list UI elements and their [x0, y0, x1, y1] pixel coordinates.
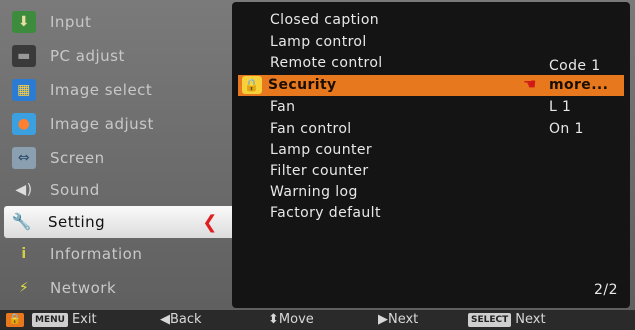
option-value: L 1	[549, 99, 572, 115]
menu-item-image-select[interactable]: ▦ Image select	[6, 76, 228, 104]
next-hint: ▶Next	[378, 312, 418, 327]
input-icon: ⬇	[12, 11, 36, 33]
menu-item-sound[interactable]: ◀) Sound	[6, 176, 228, 204]
option-label: Factory default	[270, 205, 381, 221]
pointer-hand-icon: ☚	[523, 75, 537, 93]
option-remote-control[interactable]: Remote control Code 1	[232, 53, 630, 74]
screen-icon: ⇔	[12, 147, 36, 169]
select-key-icon: SELECT	[468, 312, 512, 327]
option-lamp-control[interactable]: Lamp control	[232, 32, 630, 53]
key-guide-bar: 🔒 MENU Exit ◀Back ⬍Move ▶Next SELECT Nex…	[0, 310, 635, 330]
projector-osd: ⬇ Input ▬ PC adjust ▦ Image select ● Ima…	[0, 0, 635, 330]
menu-item-screen[interactable]: ⇔ Screen	[6, 144, 228, 172]
menu-item-input[interactable]: ⬇ Input	[6, 8, 228, 36]
menu-item-pc-adjust[interactable]: ▬ PC adjust	[6, 42, 228, 70]
monitor-icon: ▬	[12, 45, 36, 67]
option-label: Fan	[270, 99, 296, 115]
option-label: Security	[268, 77, 337, 93]
menu-item-label: Input	[50, 13, 92, 31]
option-warning-log[interactable]: Warning log	[232, 182, 630, 203]
exit-label: Exit	[71, 312, 97, 327]
menu-item-network[interactable]: ⚡ Network	[6, 274, 228, 302]
select-hint: SELECT Next	[468, 312, 546, 327]
option-label: Warning log	[270, 184, 358, 200]
exit-hint: 🔒 MENU Exit	[6, 312, 97, 327]
next-label: ▶Next	[378, 312, 419, 327]
option-fan[interactable]: Fan L 1	[232, 97, 630, 118]
option-label: Remote control	[270, 55, 383, 71]
option-value: Code 1	[549, 58, 601, 74]
menu-item-setting[interactable]: 🔧 Setting ❮	[4, 206, 232, 238]
back-hint: ◀Back	[160, 312, 202, 327]
menu-item-label: Image select	[50, 81, 153, 99]
lock-icon: 🔒	[6, 312, 24, 327]
menu-item-label: Information	[50, 245, 143, 263]
option-filter-counter[interactable]: Filter counter	[232, 161, 630, 182]
back-label: ◀Back	[160, 312, 202, 327]
option-value: more...	[549, 77, 609, 93]
option-security[interactable]: 🔒 Security ☚ more...	[238, 75, 624, 96]
image-select-icon: ▦	[12, 79, 36, 101]
lock-icon: 🔒	[242, 76, 262, 94]
menu-item-label: Network	[50, 279, 117, 297]
option-factory-default[interactable]: Factory default	[232, 203, 630, 224]
tools-icon: 🔧	[11, 212, 33, 231]
network-icon: ⚡	[18, 280, 30, 296]
menu-item-label: Sound	[50, 181, 100, 199]
move-hint: ⬍Move	[268, 312, 314, 327]
speaker-icon: ◀)	[15, 182, 33, 198]
option-label: Fan control	[270, 121, 352, 137]
image-adjust-icon: ●	[12, 113, 36, 135]
menu-item-information[interactable]: i Information	[6, 240, 228, 268]
info-icon: i	[21, 246, 27, 262]
menu-item-image-adjust[interactable]: ● Image adjust	[6, 110, 228, 138]
page-indicator: 2/2	[593, 282, 618, 298]
option-fan-control[interactable]: Fan control On 1	[232, 119, 630, 140]
move-label: ⬍Move	[268, 312, 314, 327]
main-menu: ⬇ Input ▬ PC adjust ▦ Image select ● Ima…	[0, 0, 232, 310]
setting-panel: Closed caption Lamp control Remote contr…	[232, 2, 630, 308]
menu-item-label: Setting	[48, 213, 106, 231]
select-label: Next	[515, 312, 546, 327]
option-value: On 1	[549, 121, 584, 137]
option-label: Closed caption	[270, 12, 380, 28]
option-label: Lamp control	[270, 34, 367, 50]
option-label: Filter counter	[270, 163, 369, 179]
selection-pointer-icon: ❮	[202, 212, 218, 233]
option-label: Lamp counter	[270, 142, 373, 158]
menu-key-icon: MENU	[32, 312, 68, 327]
option-closed-caption[interactable]: Closed caption	[232, 10, 630, 31]
menu-item-label: Image adjust	[50, 115, 154, 133]
option-lamp-counter[interactable]: Lamp counter	[232, 140, 630, 161]
menu-item-label: Screen	[50, 149, 105, 167]
menu-item-label: PC adjust	[50, 47, 125, 65]
